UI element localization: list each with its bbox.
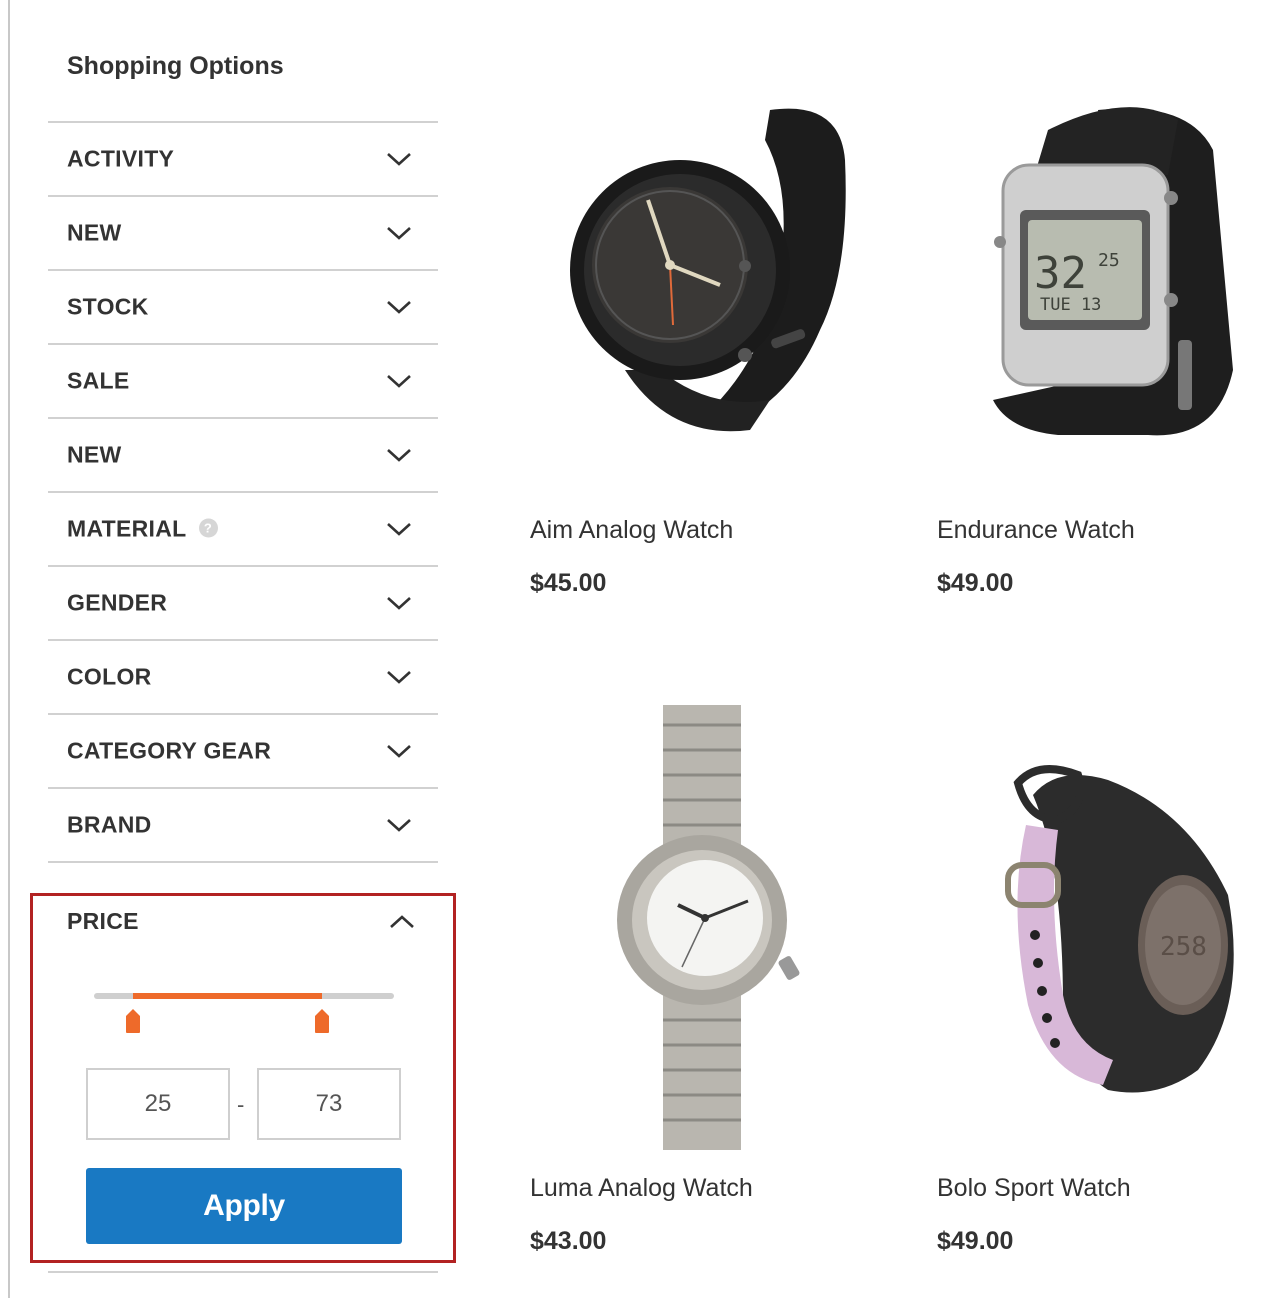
chevron-down-icon (387, 449, 411, 462)
chevron-down-icon (387, 597, 411, 610)
filter-brand[interactable]: BRAND (48, 789, 438, 863)
price-slider-range (133, 993, 322, 999)
filter-color[interactable]: COLOR (48, 641, 438, 715)
filter-category-gear[interactable]: CATEGORY GEAR (48, 715, 438, 789)
product-name[interactable]: Endurance Watch (937, 516, 1135, 545)
chevron-down-icon (387, 523, 411, 536)
chevron-up-icon[interactable] (389, 914, 415, 930)
product-image-endurance-watch[interactable]: 32 25 TUE 13 (937, 70, 1285, 470)
filter-sale[interactable]: SALE (48, 345, 438, 419)
price-filter-title[interactable]: PRICE (67, 908, 139, 935)
filter-label: GENDER (67, 589, 168, 616)
price-filter-panel: PRICE - Apply (30, 893, 456, 1263)
filter-activity[interactable]: ACTIVITY (48, 123, 438, 197)
filter-label: STOCK (67, 293, 149, 320)
filter-new[interactable]: NEW (48, 197, 438, 271)
svg-text:32: 32 (1034, 248, 1087, 299)
filter-material[interactable]: MATERIAL? (48, 493, 438, 567)
filter-label: COLOR (67, 663, 152, 690)
product-price: $49.00 (937, 569, 1014, 597)
chevron-down-icon (387, 745, 411, 758)
filter-label: CATEGORY GEAR (67, 737, 272, 764)
chevron-down-icon (387, 819, 411, 832)
price-separator: - (237, 1092, 245, 1117)
svg-text:25: 25 (1098, 250, 1120, 271)
chevron-down-icon (387, 375, 411, 388)
product-price: $45.00 (530, 569, 607, 597)
filter-stock[interactable]: STOCK (48, 271, 438, 345)
chevron-down-icon (387, 301, 411, 314)
price-min-input[interactable] (86, 1068, 230, 1140)
apply-button[interactable]: Apply (86, 1168, 402, 1244)
product-name[interactable]: Luma Analog Watch (530, 1174, 753, 1203)
price-slider-track[interactable] (94, 993, 394, 999)
product-price: $49.00 (937, 1227, 1014, 1255)
product-image-aim-analog-watch[interactable] (530, 70, 880, 470)
price-max-input[interactable] (257, 1068, 401, 1140)
left-border (8, 0, 10, 1298)
product-image-bolo-sport-watch[interactable]: 258 (937, 705, 1285, 1150)
chevron-down-icon (387, 153, 411, 166)
filter-label-wrap: MATERIAL? (67, 516, 218, 543)
price-slider-min-handle[interactable] (124, 1008, 142, 1034)
product-image-luma-analog-watch[interactable] (530, 705, 880, 1150)
filter-gender[interactable]: GENDER (48, 567, 438, 641)
filter-label: NEW (67, 441, 122, 468)
chevron-down-icon (387, 671, 411, 684)
filter-label: SALE (67, 367, 130, 394)
svg-text:258: 258 (1160, 932, 1207, 962)
product-name[interactable]: Aim Analog Watch (530, 516, 733, 545)
filter-list: ACTIVITY NEW STOCK SALE NEW MATERIAL? GE… (48, 121, 438, 863)
filter-label: BRAND (67, 811, 152, 838)
price-slider-max-handle[interactable] (313, 1008, 331, 1034)
filter-label: NEW (67, 219, 122, 246)
filter-label: ACTIVITY (67, 145, 175, 172)
filter-label: MATERIAL (67, 515, 187, 542)
product-name[interactable]: Bolo Sport Watch (937, 1174, 1131, 1203)
question-mark-icon[interactable]: ? (198, 518, 218, 538)
svg-text:TUE 13: TUE 13 (1040, 295, 1101, 315)
product-price: $43.00 (530, 1227, 607, 1255)
filter-new-2[interactable]: NEW (48, 419, 438, 493)
sidebar-title: Shopping Options (67, 52, 284, 80)
divider (48, 1271, 438, 1273)
chevron-down-icon (387, 227, 411, 240)
